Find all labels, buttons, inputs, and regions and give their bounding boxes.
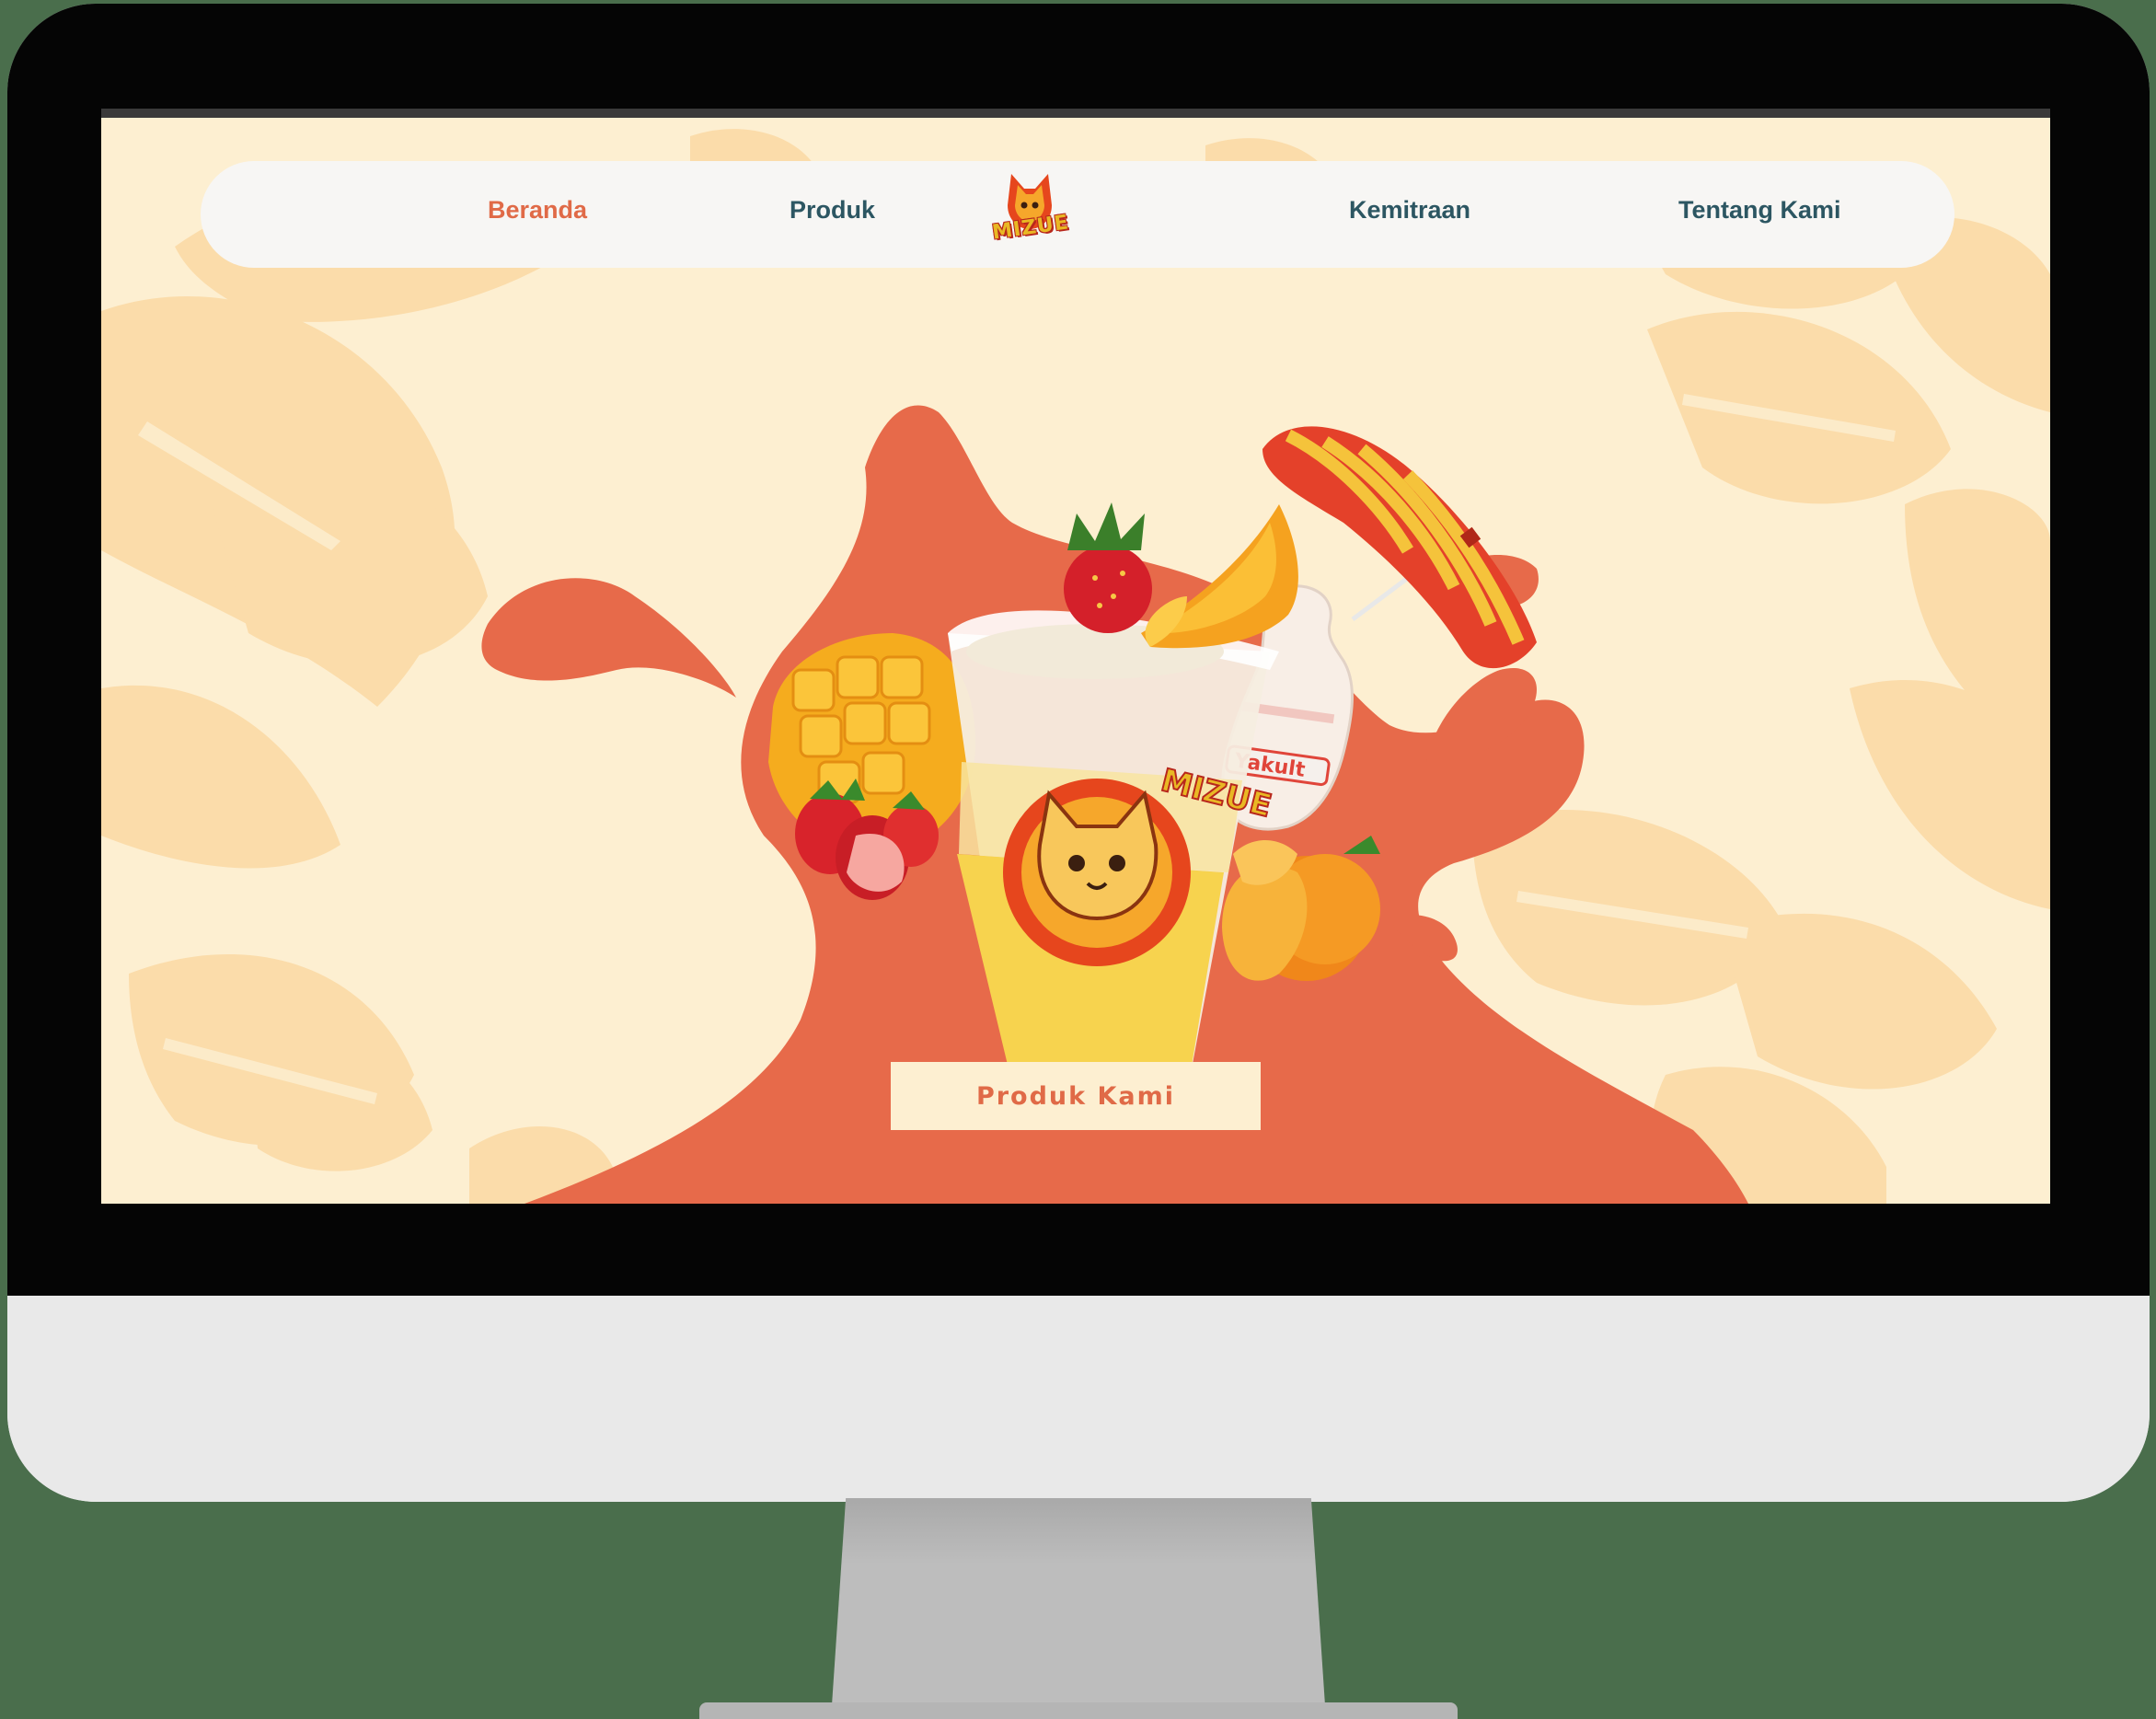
nav-beranda[interactable]: Beranda: [488, 196, 587, 225]
monitor-chin: [7, 1296, 2150, 1502]
nav-tentang-kami[interactable]: Tentang Kami: [1678, 196, 1841, 225]
monitor-stand: [831, 1498, 1326, 1719]
nav-produk[interactable]: Produk: [790, 196, 875, 225]
top-navbar: Beranda Produk MIZUE Kemitraan Tentang K…: [201, 161, 1954, 268]
hero-illustration: Yakult MIZUE: [481, 405, 1748, 1204]
brand-logo[interactable]: MIZUE: [986, 168, 1074, 257]
strawberry-garnish: [1064, 502, 1152, 633]
nav-kemitraan[interactable]: Kemitraan: [1349, 196, 1470, 225]
cat-mascot-icon: [1003, 779, 1191, 966]
monitor-stand-base: [699, 1702, 1458, 1719]
produk-kami-button[interactable]: Produk Kami: [891, 1062, 1261, 1130]
website-screen: Yakult MIZUE Beranda Produk MIZUE Kemitr…: [101, 109, 2050, 1204]
